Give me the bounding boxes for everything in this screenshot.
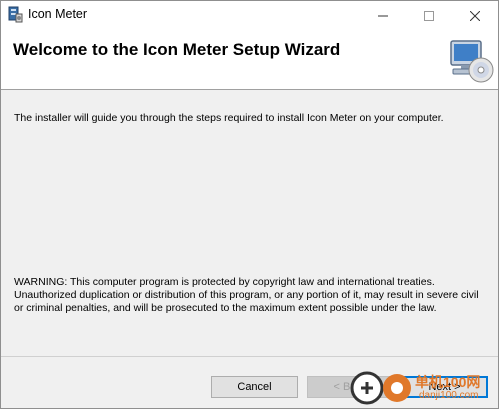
site-watermark: 单机100网 danji100.com bbox=[347, 366, 499, 409]
window-title: Icon Meter bbox=[28, 7, 88, 21]
title-bar[interactable]: Icon Meter bbox=[1, 1, 498, 30]
setup-wizard-window: Icon Meter Welcome to the Icon Meter Set… bbox=[0, 0, 499, 409]
maximize-icon bbox=[424, 10, 434, 21]
cancel-button[interactable]: Cancel bbox=[211, 376, 298, 398]
page-title: Welcome to the Icon Meter Setup Wizard bbox=[13, 40, 341, 59]
minimize-icon bbox=[378, 15, 388, 16]
close-icon bbox=[470, 10, 480, 21]
minimize-button[interactable] bbox=[360, 1, 406, 30]
intro-text: The installer will guide you through the… bbox=[14, 112, 444, 124]
watermark-logo-icon bbox=[350, 371, 411, 405]
installer-app-icon bbox=[8, 6, 23, 23]
computer-cd-icon bbox=[450, 40, 494, 83]
wizard-header: Welcome to the Icon Meter Setup Wizard bbox=[1, 30, 498, 90]
copyright-warning-text: WARNING: This computer program is protec… bbox=[14, 276, 479, 314]
maximize-button[interactable] bbox=[406, 1, 452, 30]
close-button[interactable] bbox=[452, 1, 498, 30]
wizard-content: The installer will guide you through the… bbox=[1, 91, 498, 356]
watermark-url: danji100.com bbox=[419, 390, 479, 401]
watermark-text: 单机100网 bbox=[415, 374, 481, 390]
